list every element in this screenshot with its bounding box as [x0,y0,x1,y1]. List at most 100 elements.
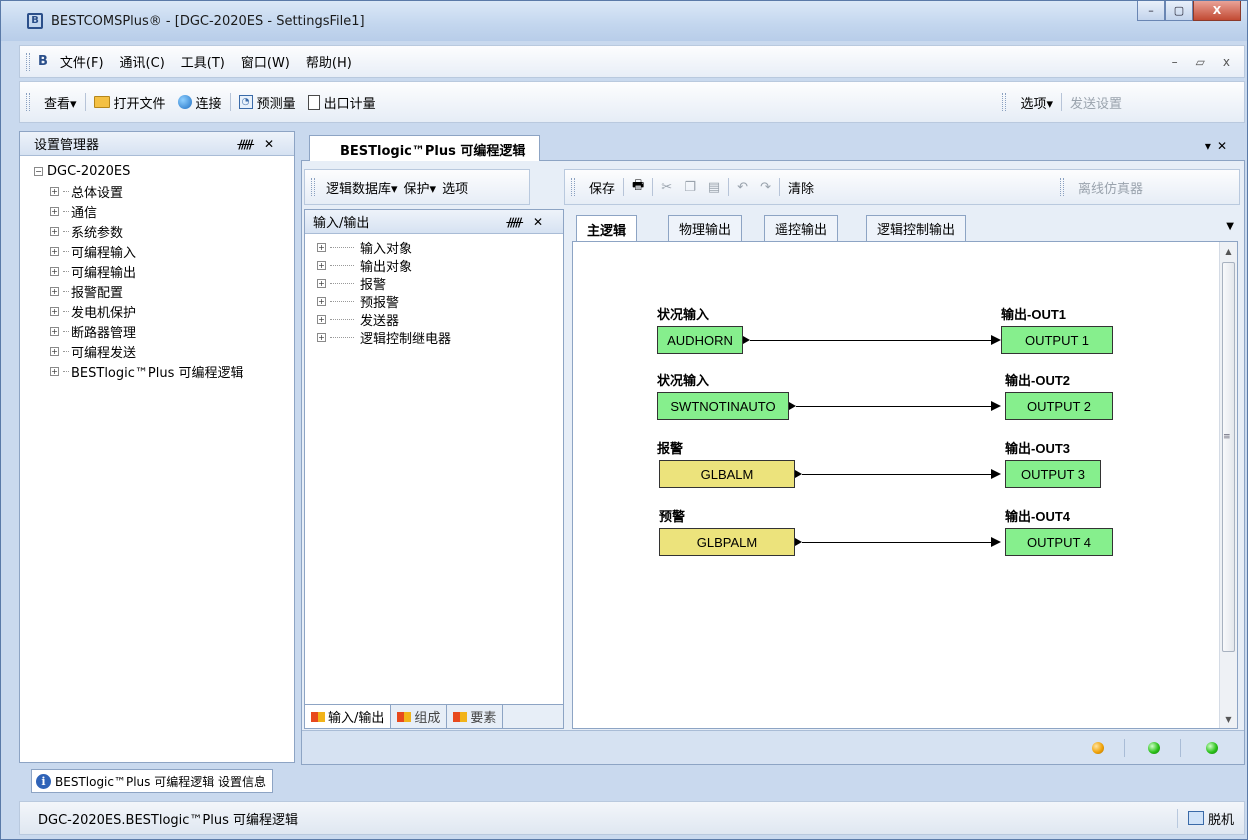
menu-communication[interactable]: 通讯(C) [112,52,173,71]
io-item-pre-alarms[interactable]: + 预报警 [317,292,563,311]
tree-item-programmable-senders[interactable]: + 可编程发送 [34,341,294,361]
expand-icon[interactable]: + [50,306,59,316]
logic-input-block[interactable]: AUDHORN [657,326,743,354]
paste-button[interactable]: ▤ [702,180,726,195]
tree-item-system-params[interactable]: + 系统参数 [34,221,294,241]
expand-icon[interactable]: + [50,346,59,356]
open-file-button[interactable]: 打开文件 [88,93,172,112]
logic-library-dropdown[interactable]: 逻辑数据库▾ [323,178,401,197]
logic-output-block[interactable]: OUTPUT 4 [1005,528,1113,556]
expand-icon[interactable]: + [317,314,326,324]
tree-item-alarm-config[interactable]: + 报警配置 [34,281,294,301]
io-item-output-objects[interactable]: + 输出对象 [317,256,563,275]
tree-item-general[interactable]: + 总体设置 [34,181,294,201]
mdi-restore-button[interactable]: ▱ [1196,55,1205,69]
tab-physical-outputs[interactable]: 物理输出 [668,215,743,241]
logic-input-label: 报警 [657,441,684,456]
redo-icon: ↷ [760,179,771,195]
copy-button[interactable]: ❐ [678,180,702,195]
logic-output-block[interactable]: OUTPUT 3 [1005,460,1101,488]
metering-button[interactable]: ◔ 预测量 [233,93,302,112]
expand-icon[interactable]: + [50,206,59,216]
expand-icon[interactable]: + [317,296,326,306]
tab-io[interactable]: 输入/输出 [305,705,392,728]
clear-button[interactable]: 清除 [782,178,820,197]
tab-elements[interactable]: 要素 [447,705,504,728]
io-item-label: 报警 [360,277,387,293]
tree-item-breaker-management[interactable]: + 断路器管理 [34,321,294,341]
tab-bestlogic[interactable]: BESTlogic™Plus 可编程逻辑 [309,135,541,162]
io-item-label: 预报警 [360,295,400,311]
expand-icon[interactable]: + [50,266,59,276]
connection-wire[interactable] [750,340,993,341]
connection-wire[interactable] [796,406,993,407]
minimize-button[interactable]: – [1137,1,1165,21]
tree-item-programmable-inputs[interactable]: + 可编程输入 [34,241,294,261]
vertical-scrollbar[interactable]: ▲ ≡ ▼ [1219,242,1237,728]
menu-help[interactable]: 帮助(H) [298,52,360,71]
offline-simulator-button[interactable]: 离线仿真器 [1072,178,1149,197]
maximize-button[interactable]: ▢ [1165,1,1193,21]
logic-output-block[interactable]: OUTPUT 2 [1005,392,1113,420]
menu-file[interactable]: 文件(F) [52,52,112,71]
connection-wire[interactable] [802,474,993,475]
panel-pin-close-controls[interactable]: ᚏ✕ [237,137,284,151]
close-button[interactable]: X [1193,1,1241,21]
expand-icon[interactable]: + [317,332,326,342]
view-dropdown[interactable]: 查看▾ [38,93,83,112]
options-dropdown[interactable]: 选项▾ [1014,93,1059,112]
menu-tools[interactable]: 工具(T) [173,52,233,71]
tab-main-logic[interactable]: 主逻辑 [576,215,638,242]
connect-button[interactable]: 连接 [172,93,228,112]
document-tab-controls[interactable]: ▾✕ [1205,139,1233,153]
expand-icon[interactable]: + [50,186,59,196]
io-item-alarms[interactable]: + 报警 [317,274,563,293]
scroll-up-icon[interactable]: ▲ [1220,242,1237,260]
logic-input-label: 状况输入 [657,307,710,322]
expand-icon[interactable]: + [50,286,59,296]
tab-list-dropdown-icon[interactable]: ▼ [1226,221,1234,232]
io-item-input-objects[interactable]: + 输入对象 [317,238,563,257]
expand-icon[interactable]: + [317,278,326,288]
expand-icon[interactable]: + [317,242,326,252]
io-item-senders[interactable]: + 发送器 [317,310,563,329]
logic-options-button[interactable]: 选项 [439,178,471,197]
export-metering-button[interactable]: 出口计量 [302,93,382,112]
tree-item-communication[interactable]: + 通信 [34,201,294,221]
expand-icon[interactable]: + [317,260,326,270]
expand-icon[interactable]: + [50,326,59,336]
cut-button[interactable]: ✂ [655,180,678,195]
scroll-down-icon[interactable]: ▼ [1220,710,1237,728]
tab-remote-outputs[interactable]: 遥控输出 [764,215,839,241]
tree-item-bestlogic[interactable]: + BESTlogic™Plus 可编程逻辑 [34,361,294,381]
expand-icon[interactable]: + [50,366,59,376]
logic-input-block[interactable]: GLBPALM [659,528,795,556]
redo-button[interactable]: ↷ [754,180,777,195]
scroll-thumb[interactable] [1222,262,1235,652]
mdi-minimize-button[interactable]: – [1172,55,1178,69]
tree-root[interactable]: − DGC-2020ES [34,161,294,181]
connection-wire[interactable] [802,542,993,543]
tab-logic-control-outputs[interactable]: 逻辑控制输出 [866,215,967,241]
logic-canvas[interactable]: 状况输入 AUDHORN 输出-OUT1 OUTPUT 1 状况输入 SWTNO… [572,241,1238,729]
undo-button[interactable]: ↶ [731,180,754,195]
tree-item-programmable-outputs[interactable]: + 可编程输出 [34,261,294,281]
protect-dropdown[interactable]: 保护▾ [401,178,440,197]
menu-window[interactable]: 窗口(W) [233,52,298,71]
logic-output-block[interactable]: OUTPUT 1 [1001,326,1113,354]
print-button[interactable]: 🖶 [626,176,650,198]
mdi-close-button[interactable]: x [1223,55,1230,69]
tab-components[interactable]: 组成 [391,705,448,728]
logic-input-block[interactable]: GLBALM [659,460,795,488]
save-button[interactable]: 保存 [583,178,621,197]
tree-item-generator-protection[interactable]: + 发电机保护 [34,301,294,321]
toolbar-separator [728,178,730,196]
expand-icon[interactable]: + [50,226,59,236]
expand-icon[interactable]: + [50,246,59,256]
io-item-logic-relays[interactable]: + 逻辑控制继电器 [317,328,563,347]
logic-input-block[interactable]: SWTNOTINAUTO [657,392,789,420]
send-settings-button[interactable]: 发送设置 [1064,93,1128,112]
settings-info-tab[interactable]: i BESTlogic™Plus 可编程逻辑 设置信息 [31,769,274,793]
collapse-icon[interactable]: − [34,166,43,176]
panel-pin-close-controls[interactable]: ᚏ✕ [506,215,553,229]
